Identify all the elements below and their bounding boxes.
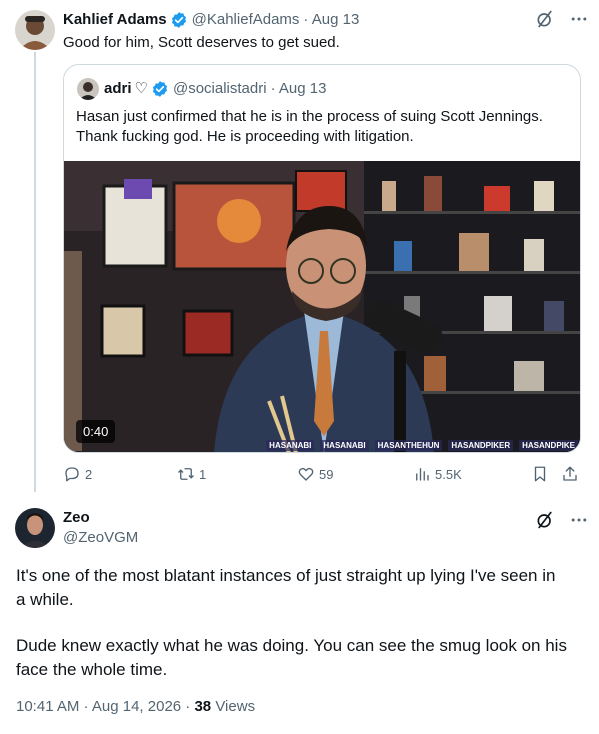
post-text-line: It's one of the most blatant instances o… xyxy=(16,566,556,585)
avatar-adri[interactable] xyxy=(77,78,99,100)
post-text-line: a while. xyxy=(16,590,74,609)
video-thumbnail xyxy=(64,161,580,452)
reply-button[interactable]: 2 xyxy=(63,462,92,486)
ticker-item: HASANABI xyxy=(266,439,315,451)
views-label: Views xyxy=(215,698,256,715)
ticker-item: HASANABI xyxy=(320,439,369,451)
quote-text-line: Hasan just confirmed that he is in the p… xyxy=(76,108,543,125)
post-zeo: Zeo @ZeoVGM It's one of the most blatant… xyxy=(0,492,599,734)
like-count: 59 xyxy=(319,466,334,482)
post-date[interactable]: · Aug 13 xyxy=(303,10,359,30)
zeo-name-row: Zeo xyxy=(63,508,90,528)
share-button[interactable] xyxy=(561,462,579,486)
reply-count: 2 xyxy=(85,466,93,482)
quote-date[interactable]: · Aug 13 xyxy=(271,79,327,99)
views-button[interactable]: 5.5K xyxy=(413,462,462,486)
reply-icon xyxy=(65,467,79,482)
avatar-zeo[interactable] xyxy=(15,508,55,548)
quote-header: adri ♡ @socialistadri · Aug 13 xyxy=(104,79,326,99)
thread-line xyxy=(34,52,36,492)
action-bar: 2 1 59 5.5K xyxy=(63,462,583,486)
like-icon xyxy=(298,467,314,481)
views-icon xyxy=(416,468,429,481)
post-top-icons xyxy=(535,9,589,29)
post-text-paragraph-2: Dude knew exactly what he was doing. You… xyxy=(16,634,586,682)
bookmark-icon xyxy=(534,466,546,482)
author-handle[interactable]: @KahliefAdams xyxy=(192,10,300,30)
avatar-kahlief[interactable] xyxy=(15,10,55,50)
share-icon xyxy=(563,466,577,481)
ticker-item: HASANTHEHUN xyxy=(374,439,443,451)
post-header: Kahlief Adams @KahliefAdams · Aug 13 xyxy=(63,10,359,30)
quote-author-handle[interactable]: @socialistadri xyxy=(173,79,267,99)
views-count: 5.5K xyxy=(435,466,462,482)
author-name[interactable]: Zeo xyxy=(63,508,90,528)
video-player[interactable]: 0:40 HASANABI HASANABI HASANTHEHUN HASAN… xyxy=(64,161,580,452)
repost-count: 1 xyxy=(199,466,207,482)
post-text-line: Dude knew exactly what he was doing. You… xyxy=(16,636,567,655)
grok-icon[interactable] xyxy=(535,510,555,530)
post-kahlief[interactable]: Kahlief Adams @KahliefAdams · Aug 13 Goo… xyxy=(0,0,599,492)
quote-text-line: Thank fucking god. He is proceeding with… xyxy=(76,128,414,145)
zeo-handle-row: @ZeoVGM xyxy=(63,528,138,548)
more-icon[interactable] xyxy=(569,9,589,29)
like-button[interactable]: 59 xyxy=(297,462,333,486)
quote-author-name[interactable]: adri xyxy=(104,79,132,99)
post-meta: 10:41 AM · Aug 14, 2026 · 38 Views xyxy=(16,698,255,715)
stream-ticker: HASANABI HASANABI HASANTHEHUN HASANDPIKE… xyxy=(266,439,580,451)
repost-button[interactable]: 1 xyxy=(177,462,206,486)
post-text: Good for him, Scott deserves to get sued… xyxy=(63,34,340,51)
ticker-item: HASANDPIKE xyxy=(519,439,578,451)
post-text-line: face the whole time. xyxy=(16,660,168,679)
author-name[interactable]: Kahlief Adams xyxy=(63,10,167,30)
video-duration: 0:40 xyxy=(76,420,116,443)
post-timestamp[interactable]: 10:41 AM · Aug 14, 2026 · xyxy=(16,698,190,715)
heart-emoji: ♡ xyxy=(134,80,148,97)
post-text-paragraph-1: It's one of the most blatant instances o… xyxy=(16,564,586,612)
quoted-post[interactable]: adri ♡ @socialistadri · Aug 13 Hasan jus… xyxy=(63,64,581,453)
views-count: 38 xyxy=(194,698,212,715)
ticker-item: HASANDPIKER xyxy=(448,439,514,451)
verified-badge-icon xyxy=(171,12,186,28)
author-handle[interactable]: @ZeoVGM xyxy=(63,528,138,548)
repost-icon xyxy=(178,468,194,480)
verified-badge-icon xyxy=(152,81,168,97)
quote-text: Hasan just confirmed that he is in the p… xyxy=(76,107,571,147)
more-icon[interactable] xyxy=(569,510,589,530)
grok-icon[interactable] xyxy=(535,9,555,29)
post-top-icons xyxy=(535,510,589,530)
bookmark-button[interactable] xyxy=(531,462,549,486)
